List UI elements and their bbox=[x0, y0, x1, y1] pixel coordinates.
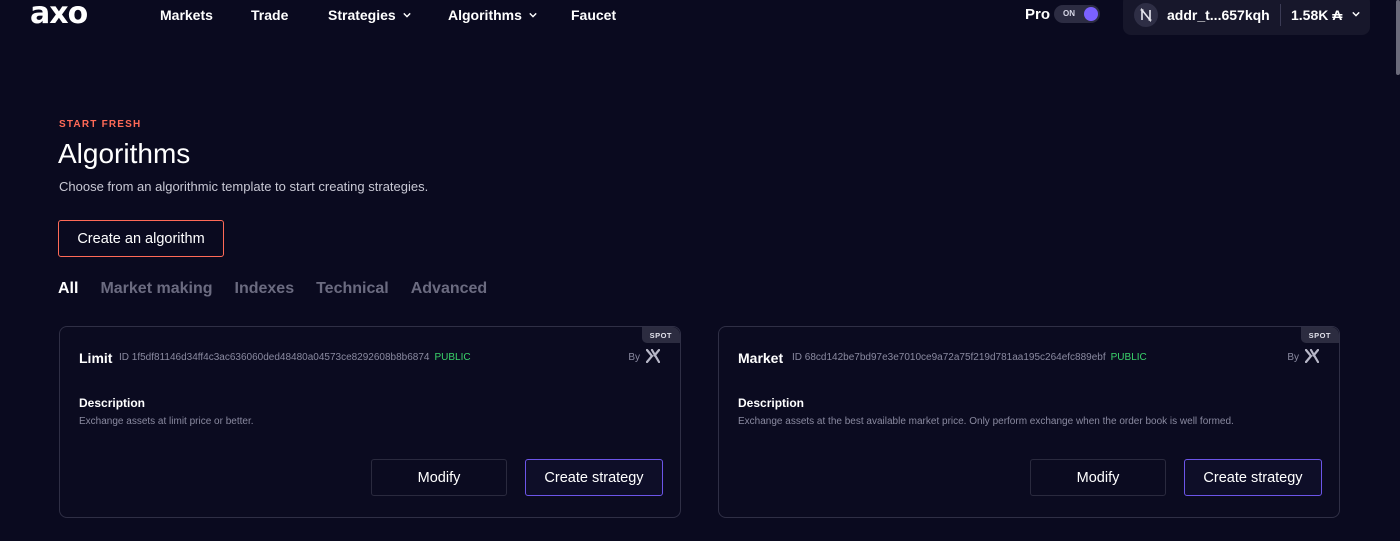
author-x-logo-icon bbox=[646, 349, 660, 363]
chevron-down-icon bbox=[529, 12, 537, 18]
nav-markets-label: Markets bbox=[160, 7, 213, 23]
nav-algorithms-label: Algorithms bbox=[448, 7, 522, 23]
visibility-badge: PUBLIC bbox=[434, 352, 471, 363]
author-label: By bbox=[628, 352, 640, 363]
modify-button[interactable]: Modify bbox=[1030, 459, 1166, 496]
algorithm-card-market: SPOT Market ID 68cd142be7bd97e3e7010ce9a… bbox=[718, 326, 1340, 518]
description-label: Description bbox=[79, 396, 146, 410]
visibility-badge: PUBLIC bbox=[1110, 352, 1147, 363]
algorithm-id: 1f5df81146d34ff4c3ac636060ded48480a04573… bbox=[131, 352, 430, 363]
modify-button[interactable]: Modify bbox=[371, 459, 507, 496]
wallet-divider bbox=[1280, 4, 1281, 26]
page-subtitle: Choose from an algorithmic template to s… bbox=[59, 179, 429, 194]
tab-advanced[interactable]: Advanced bbox=[411, 280, 487, 298]
spot-badge: SPOT bbox=[1300, 327, 1339, 343]
algorithm-id-line: ID 68cd142be7bd97e3e7010ce9a72a75f219d78… bbox=[792, 351, 1147, 365]
id-label: ID bbox=[792, 352, 802, 363]
algorithm-id-line: ID 1f5df81146d34ff4c3ac636060ded48480a04… bbox=[119, 351, 471, 365]
wallet-button[interactable]: addr_t...657kqh 1.58K ₳ bbox=[1123, 0, 1370, 35]
chevron-down-icon bbox=[402, 12, 411, 18]
author-label: By bbox=[1287, 352, 1299, 363]
category-tabs: All Market making Indexes Technical Adva… bbox=[58, 280, 487, 298]
nav-faucet[interactable]: Faucet bbox=[571, 6, 616, 24]
author-x-logo-icon bbox=[1305, 349, 1319, 363]
tab-technical[interactable]: Technical bbox=[316, 280, 389, 298]
eyebrow-label: START FRESH bbox=[59, 119, 142, 130]
wallet-n-icon bbox=[1134, 3, 1158, 27]
algorithm-name: Limit bbox=[79, 350, 113, 366]
nav-algorithms[interactable]: Algorithms bbox=[448, 6, 537, 24]
nav-trade-label: Trade bbox=[251, 7, 289, 23]
tab-all[interactable]: All bbox=[58, 280, 78, 298]
create-strategy-button[interactable]: Create strategy bbox=[1184, 459, 1322, 496]
nav-strategies-label: Strategies bbox=[328, 7, 396, 23]
nav-trade[interactable]: Trade bbox=[251, 6, 288, 24]
algorithm-card-limit: SPOT Limit ID 1f5df81146d34ff4c3ac636060… bbox=[59, 326, 681, 518]
page-scrollbar[interactable] bbox=[1396, 0, 1400, 75]
id-label: ID bbox=[119, 352, 129, 363]
spot-badge: SPOT bbox=[641, 327, 680, 343]
wallet-address: addr_t...657kqh bbox=[1167, 7, 1270, 23]
pro-toggle[interactable]: ON bbox=[1054, 5, 1100, 23]
description-text: Exchange assets at the best available ma… bbox=[738, 416, 1234, 427]
algorithm-name: Market bbox=[738, 350, 784, 366]
nav-strategies[interactable]: Strategies bbox=[328, 6, 411, 24]
create-strategy-button[interactable]: Create strategy bbox=[525, 459, 663, 496]
tab-market-making[interactable]: Market making bbox=[100, 280, 212, 298]
description-label: Description bbox=[738, 396, 805, 410]
toggle-on-text: ON bbox=[1063, 9, 1075, 18]
wallet-balance: 1.58K ₳ bbox=[1291, 7, 1343, 23]
page-title: Algorithms bbox=[58, 138, 191, 169]
axo-logo[interactable]: axo bbox=[30, 0, 88, 29]
tab-indexes[interactable]: Indexes bbox=[235, 280, 295, 298]
chevron-down-icon bbox=[1352, 11, 1360, 17]
toggle-knob bbox=[1084, 7, 1098, 21]
nav-faucet-label: Faucet bbox=[571, 7, 617, 23]
description-text: Exchange assets at limit price or better… bbox=[79, 416, 254, 427]
algorithm-id: 68cd142be7bd97e3e7010ce9a72a75f219d781aa… bbox=[804, 352, 1106, 363]
nav-markets[interactable]: Markets bbox=[160, 6, 213, 24]
pro-label: Pro bbox=[1025, 6, 1051, 23]
create-algorithm-button[interactable]: Create an algorithm bbox=[58, 220, 224, 257]
